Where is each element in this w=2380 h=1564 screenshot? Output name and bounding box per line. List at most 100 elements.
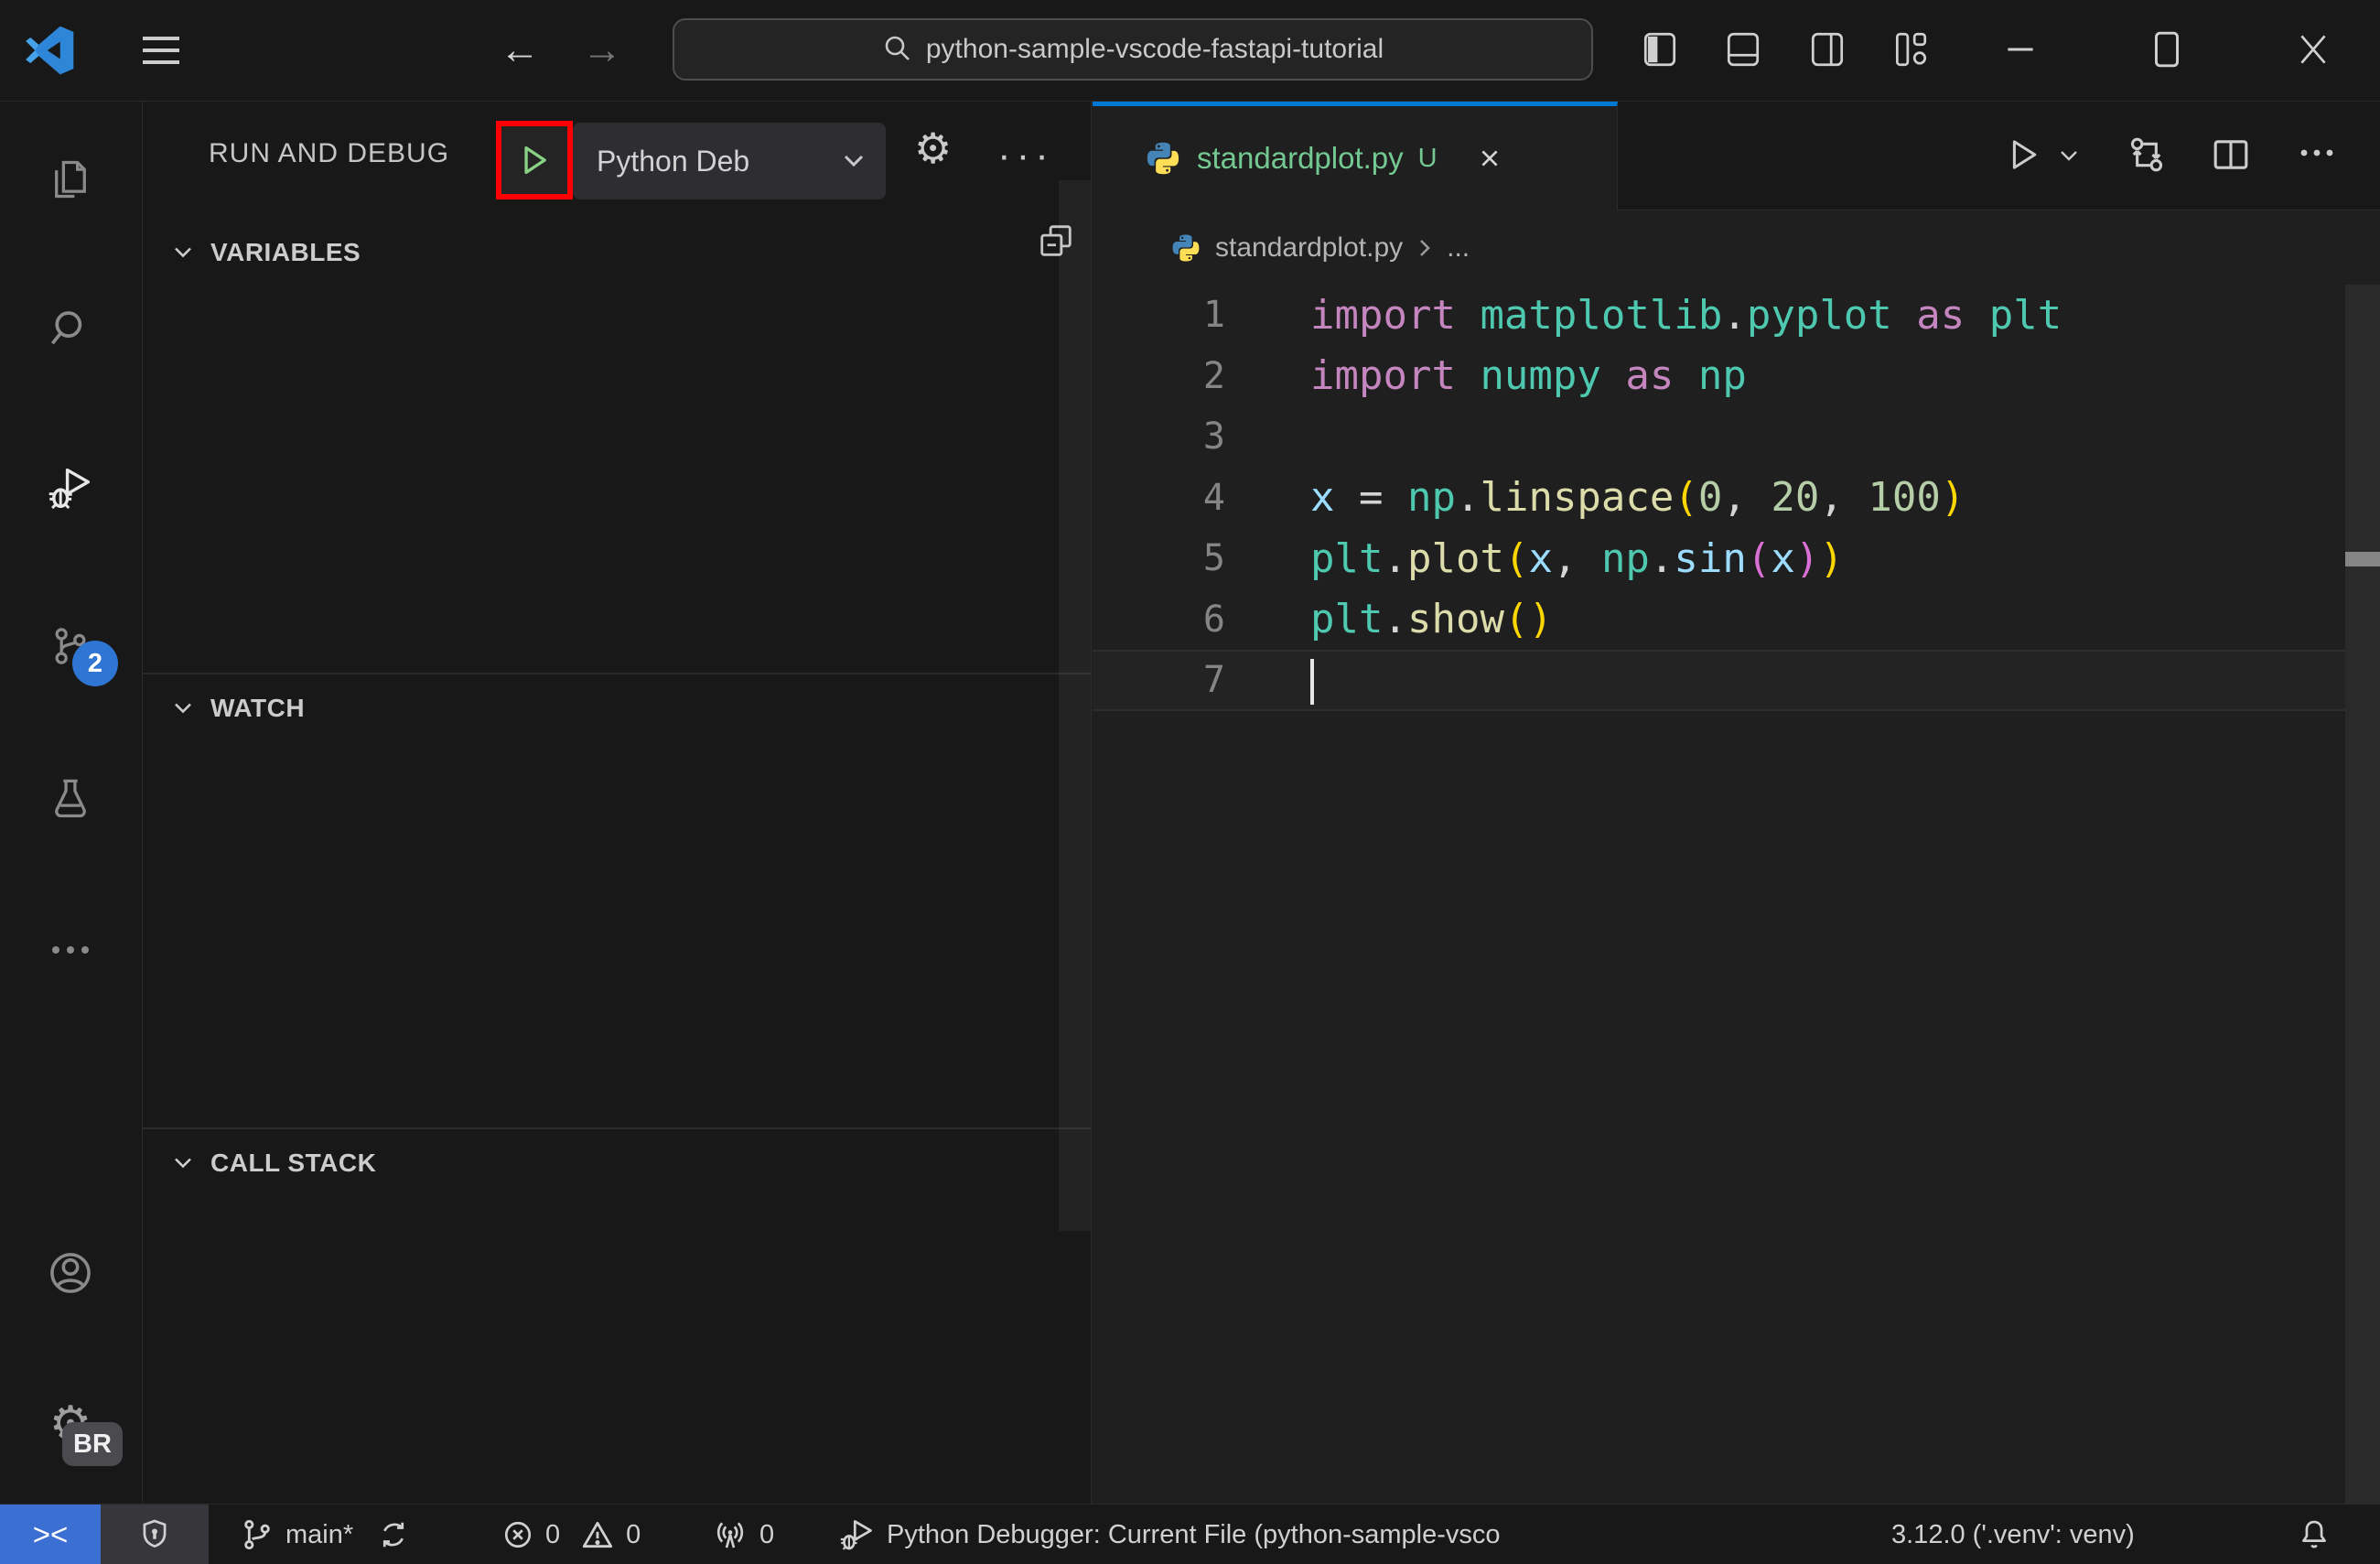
remote-indicator[interactable]: >< <box>0 1505 101 1564</box>
debug-icon <box>839 1515 876 1554</box>
customize-layout-button[interactable] <box>1885 24 1936 75</box>
sidebar-item-source-control[interactable] <box>0 596 141 696</box>
warning-count: 0 <box>626 1519 641 1549</box>
error-count: 0 <box>545 1519 561 1549</box>
code-line[interactable]: 2 import numpy as np <box>1093 346 2345 407</box>
debug-status-item[interactable]: Python Debugger: Current File (python-sa… <box>839 1505 1501 1564</box>
menu-icon[interactable] <box>137 31 185 70</box>
close-tab-icon[interactable] <box>1478 146 1502 170</box>
sync-icon <box>377 1517 410 1552</box>
breadcrumb-symbol[interactable]: ... <box>1447 232 1470 264</box>
toggle-panel-button[interactable] <box>1718 24 1769 75</box>
debug-status-text: Python Debugger: Current File (python-sa… <box>887 1519 1501 1549</box>
python-interpreter-item[interactable]: 3.12.0 ('.venv': venv) <box>1891 1505 2135 1564</box>
code-line[interactable]: 1 import matplotlib.pyplot as plt <box>1093 285 2345 346</box>
maximize-button[interactable] <box>2141 24 2192 75</box>
editor-more-actions[interactable] <box>2299 147 2335 158</box>
debug-settings-gear-icon[interactable]: ⚙ <box>914 127 952 169</box>
section-header-variables[interactable]: VARIABLES <box>143 222 1091 283</box>
forward-arrow-icon[interactable]: → <box>582 26 622 75</box>
toggle-primary-sidebar-button[interactable] <box>1634 24 1685 75</box>
sidebar-scrollbar[interactable] <box>1059 180 1091 1231</box>
radio-tower-icon <box>712 1516 748 1553</box>
sidebar-item-run-and-debug[interactable] <box>0 438 141 539</box>
text-cursor <box>1310 658 1314 705</box>
start-debugging-button[interactable] <box>496 121 573 200</box>
line-content: import matplotlib.pyplot as plt <box>1310 291 2062 339</box>
code-line[interactable]: 5 plt.plot(x, np.sin(x)) <box>1093 528 2345 589</box>
command-center-search[interactable]: python-sample-vscode-fastapi-tutorial <box>673 18 1593 81</box>
python-file-icon <box>1146 141 1180 176</box>
line-number[interactable]: 6 <box>1093 599 1225 641</box>
section-divider <box>143 1127 1091 1129</box>
sidebar-item-search[interactable] <box>0 279 141 380</box>
line-number[interactable]: 2 <box>1093 355 1225 397</box>
play-icon <box>517 143 552 178</box>
debug-configuration-label: Python Deb <box>597 144 750 178</box>
shield-icon <box>137 1515 172 1554</box>
bell-icon <box>2297 1516 2332 1553</box>
search-value: python-sample-vscode-fastapi-tutorial <box>925 34 1384 64</box>
code-line[interactable]: 4 x = np.linspace(0, 20, 100) <box>1093 468 2345 529</box>
section-label: CALL STACK <box>210 1149 377 1177</box>
line-number[interactable]: 3 <box>1093 415 1225 458</box>
line-number[interactable]: 4 <box>1093 477 1225 519</box>
run-python-file-button[interactable] <box>2006 135 2042 175</box>
section-header-watch[interactable]: WATCH <box>143 678 1091 739</box>
code-line[interactable]: 6 plt.show() <box>1093 589 2345 651</box>
ellipsis-icon <box>48 944 92 956</box>
branch-name: main* <box>285 1519 354 1549</box>
section-label: VARIABLES <box>210 238 361 266</box>
breadcrumb-file[interactable]: standardplot.py <box>1215 232 1403 264</box>
section-header-call-stack[interactable]: CALL STACK <box>143 1133 1091 1193</box>
tab-standardplot-py[interactable]: standardplot.py U <box>1093 102 1618 210</box>
workspace-trust-button[interactable] <box>101 1505 209 1564</box>
line-content: x = np.linspace(0, 20, 100) <box>1310 474 1965 522</box>
problems-status-item[interactable]: 0 0 <box>501 1505 641 1564</box>
debug-icon <box>48 466 93 512</box>
sidebar-title: RUN AND DEBUG <box>209 138 450 168</box>
search-icon <box>48 307 92 351</box>
profile-badge: BR <box>62 1422 123 1466</box>
line-number[interactable]: 5 <box>1093 537 1225 579</box>
debug-views-more-actions[interactable]: ··· <box>997 133 1054 178</box>
sidebar-item-testing[interactable] <box>0 749 141 849</box>
ports-count: 0 <box>759 1519 775 1549</box>
line-number[interactable]: 1 <box>1093 294 1225 336</box>
remote-icon: >< <box>32 1517 69 1551</box>
accounts-button[interactable] <box>0 1223 141 1323</box>
back-arrow-icon[interactable]: ← <box>500 26 540 75</box>
editor-group: standardplot.py U standardplot.py ... 1 … <box>1093 102 2380 1504</box>
notifications-bell-button[interactable] <box>2297 1505 2332 1564</box>
toggle-secondary-sidebar-button[interactable] <box>1802 24 1853 75</box>
editor-scrollbar[interactable] <box>2345 285 2380 1504</box>
minimize-button[interactable] <box>1995 24 2046 75</box>
modified-indicator: U <box>1417 143 1438 173</box>
explorer-icon <box>48 157 92 201</box>
line-content: plt.plot(x, np.sin(x)) <box>1310 534 1844 582</box>
run-options-chevron-icon[interactable] <box>2059 149 2079 164</box>
sidebar-item-explorer[interactable] <box>0 129 141 230</box>
code-line[interactable]: 7 <box>1093 650 2345 711</box>
title-bar: ← → python-sample-vscode-fastapi-tutoria… <box>0 0 2380 102</box>
code-lines: 1 import matplotlib.pyplot as plt 2 import … <box>1093 285 2345 1504</box>
account-icon <box>47 1249 94 1297</box>
activity-bar: 2 ⚙ BR <box>0 102 143 1504</box>
code-line[interactable]: 3 <box>1093 406 2345 468</box>
close-window-button[interactable] <box>2288 24 2339 75</box>
sidebar-item-more-views[interactable] <box>0 900 141 1000</box>
line-number[interactable]: 7 <box>1093 659 1225 701</box>
ports-status-item[interactable]: 0 <box>712 1505 774 1564</box>
chevron-down-icon <box>842 153 866 169</box>
split-editor-icon[interactable] <box>2211 135 2251 175</box>
chevron-down-icon <box>172 701 194 716</box>
run-and-debug-sidebar: RUN AND DEBUG Python Deb ⚙ ··· VARIABLES <box>143 102 1092 1504</box>
branch-status-item[interactable]: main* <box>240 1505 410 1564</box>
scm-changes-badge: 2 <box>72 641 118 686</box>
debug-configuration-dropdown[interactable]: Python Deb <box>573 123 886 200</box>
chevron-right-icon <box>1417 237 1432 259</box>
tab-label: standardplot.py <box>1197 141 1404 175</box>
warning-icon <box>580 1517 615 1552</box>
open-changes-icon[interactable] <box>2127 135 2167 175</box>
breadcrumb: standardplot.py ... <box>1093 210 2380 285</box>
